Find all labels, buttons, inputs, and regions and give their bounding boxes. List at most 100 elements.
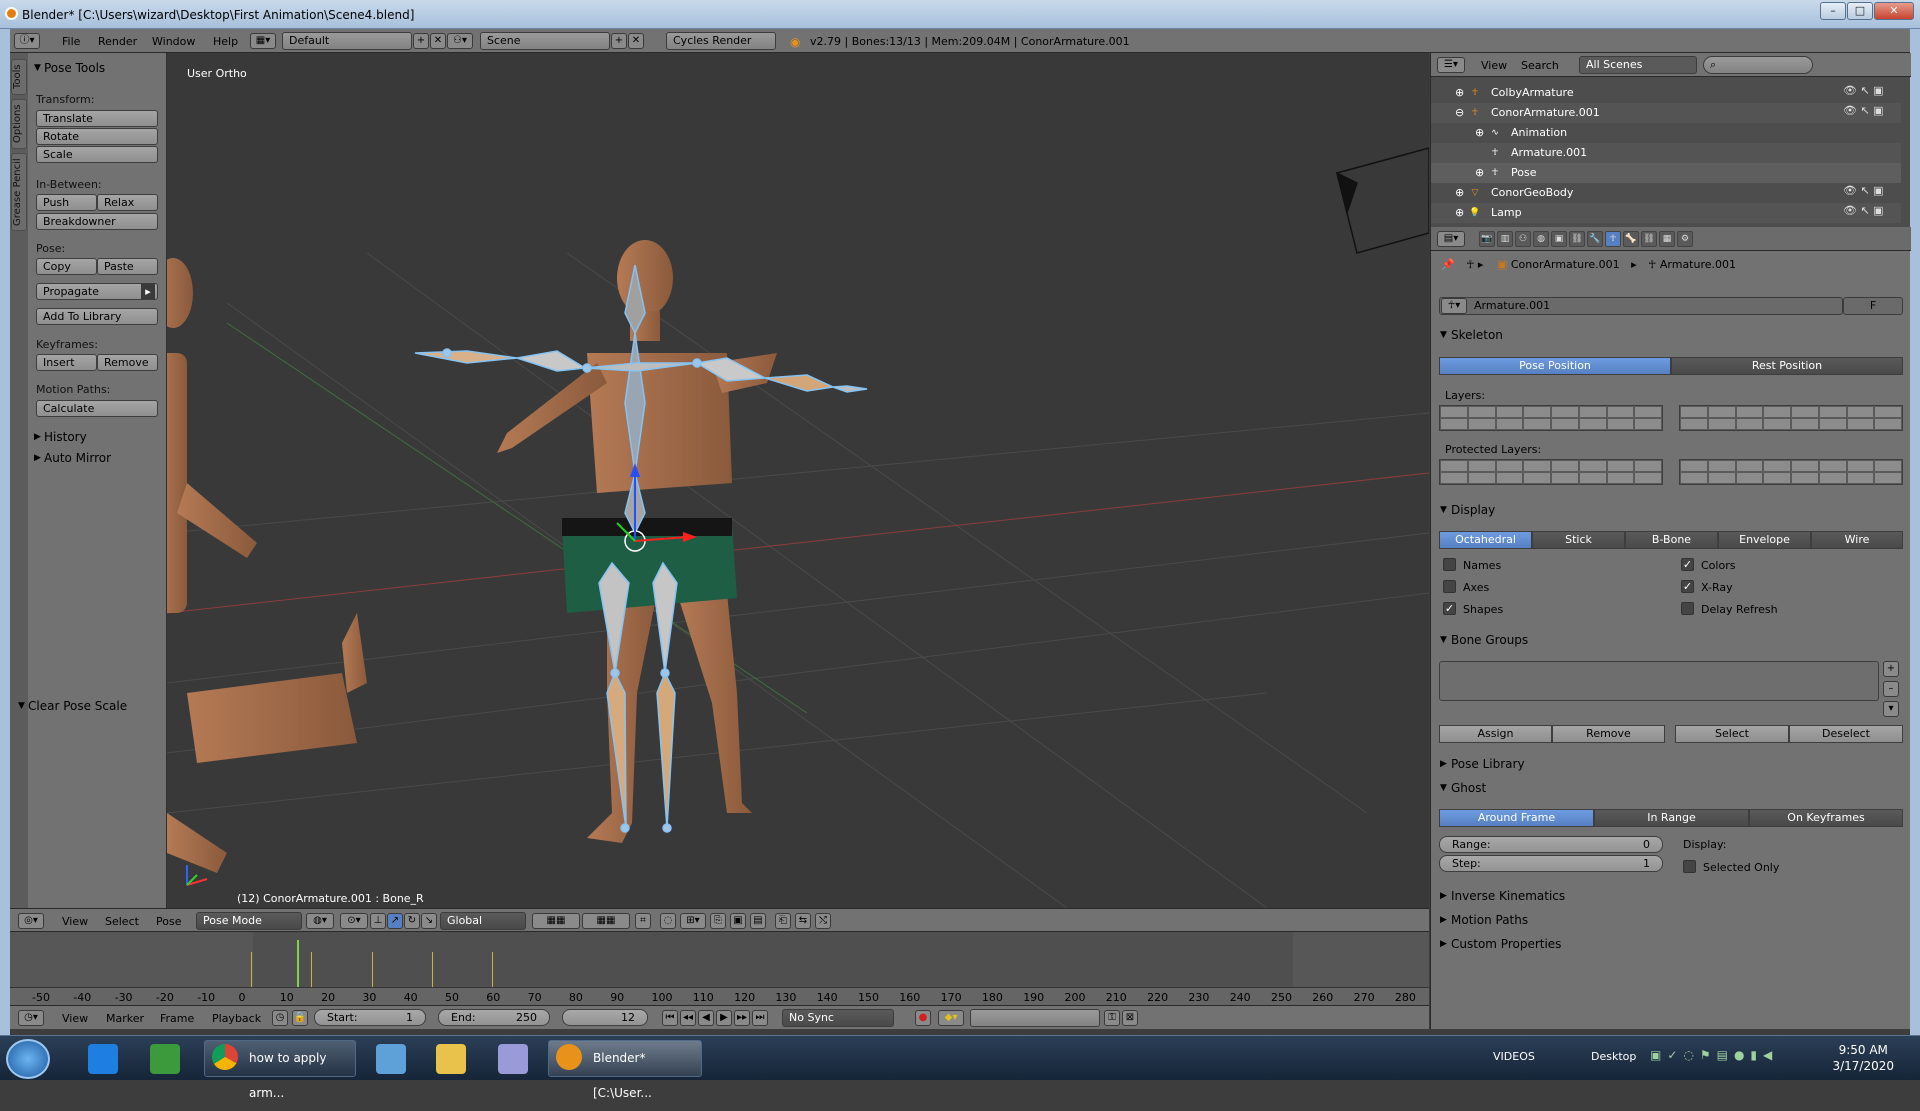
pose-tools-header[interactable]: ▼ Pose Tools: [30, 59, 165, 77]
play-icon[interactable]: ▶: [716, 1010, 732, 1026]
armature-datablock-icon[interactable]: ☥▾: [1441, 298, 1467, 314]
remove-scene-icon[interactable]: ✕: [628, 33, 644, 49]
collapse-icon[interactable]: ⊖: [1455, 103, 1464, 123]
system-tray-icons[interactable]: ▣✓◌⚑▤●▮◀: [1650, 1048, 1778, 1062]
display-panel-header[interactable]: ▼ Display: [1437, 500, 1905, 520]
display-stick[interactable]: Stick: [1532, 531, 1625, 549]
calculate-button[interactable]: Calculate: [36, 400, 158, 417]
snap-element-icon[interactable]: ⊞▾: [680, 913, 706, 929]
world-tab-icon[interactable]: ◍: [1533, 231, 1549, 247]
ghost-step-field[interactable]: Step: 1: [1439, 855, 1663, 872]
mode-selector[interactable]: Pose Mode: [196, 912, 302, 930]
paste-flipped-icon[interactable]: ⇆: [795, 913, 811, 929]
outliner-row[interactable]: ☥ Armature.001: [1431, 143, 1901, 163]
layers-grid-2-icon[interactable]: ▦▦: [582, 913, 630, 929]
minimize-button[interactable]: –: [1820, 2, 1846, 20]
timeline-menu-frame[interactable]: Frame: [160, 1012, 194, 1025]
scene-icon[interactable]: ⚇▾: [447, 33, 473, 49]
paint-icon[interactable]: [498, 1044, 528, 1074]
texture-tab-icon[interactable]: ▦: [1659, 231, 1675, 247]
transform-orientation-select[interactable]: Global: [440, 912, 526, 930]
outliner-row[interactable]: ⊕ ☥ Pose: [1431, 163, 1901, 183]
current-frame-indicator[interactable]: [297, 940, 299, 987]
ghost-range-field[interactable]: Range: 0: [1439, 836, 1663, 853]
menu-view[interactable]: View: [62, 915, 88, 928]
insert-keyframe-button[interactable]: Insert: [36, 354, 97, 371]
layout-icon[interactable]: ▦▾: [250, 33, 276, 49]
menu-pose[interactable]: Pose: [156, 915, 181, 928]
properties-editor-icon[interactable]: ▤▾: [1437, 231, 1465, 247]
menu-window[interactable]: Window: [152, 35, 195, 48]
ghost-in-range[interactable]: In Range: [1594, 809, 1749, 827]
copy-pose-icon[interactable]: ⎘: [710, 913, 726, 929]
delete-keyframe-icon[interactable]: ⊠: [1122, 1010, 1138, 1026]
layout-selector[interactable]: Default: [282, 32, 412, 50]
lock-range-icon[interactable]: 🔒: [292, 1010, 308, 1026]
propagate-menu-arrow-icon[interactable]: ▸: [141, 284, 155, 299]
menu-file[interactable]: File: [62, 35, 80, 48]
xray-checkbox[interactable]: ✓: [1681, 580, 1694, 593]
menu-help[interactable]: Help: [213, 35, 238, 48]
display-wire[interactable]: Wire: [1811, 531, 1903, 549]
internet-explorer-icon[interactable]: [88, 1044, 118, 1074]
pivot-point-icon[interactable]: ⊙▾: [340, 913, 368, 929]
jump-end-icon[interactable]: ⏭: [752, 1010, 768, 1026]
expand-icon[interactable]: ⊕: [1475, 123, 1484, 143]
outliner-menu-view[interactable]: View: [1481, 59, 1507, 72]
history-panel-header[interactable]: ▶ History: [30, 428, 165, 446]
display-bbone[interactable]: B-Bone: [1625, 531, 1718, 549]
layers-grid-icon[interactable]: ▦▦: [532, 913, 580, 929]
rotate-button[interactable]: Rotate: [36, 128, 158, 145]
ghost-panel-header[interactable]: ▼ Ghost: [1437, 778, 1905, 798]
timeline-menu-playback[interactable]: Playback: [212, 1012, 261, 1025]
tab-tools[interactable]: Tools: [11, 59, 27, 95]
custom-properties-panel-header[interactable]: ▶ Custom Properties: [1437, 934, 1905, 954]
next-keyframe-icon[interactable]: ▸▸: [734, 1010, 750, 1026]
keying-set-field[interactable]: [970, 1009, 1100, 1027]
motion-paths-panel-header[interactable]: ▶ Motion Paths: [1437, 910, 1905, 930]
bone-tab-icon[interactable]: 🦴: [1623, 231, 1639, 247]
preview-range-icon[interactable]: ◷: [272, 1010, 288, 1026]
fake-user-toggle[interactable]: F: [1843, 297, 1903, 315]
display-envelope[interactable]: Envelope: [1718, 531, 1811, 549]
outliner-display-filter[interactable]: All Scenes: [1579, 56, 1697, 74]
manipulator-toggle-icon[interactable]: ⊥: [370, 913, 386, 929]
prev-keyframe-icon[interactable]: ◂◂: [680, 1010, 696, 1026]
bone-groups-panel-header[interactable]: ▼ Bone Groups: [1437, 630, 1905, 650]
timeline-editor[interactable]: -50 -40 -30 -20 -10 0 10 20 30 40 50 60 70 80 90 100 110…: [10, 932, 1429, 1005]
rest-position-toggle[interactable]: Rest Position: [1671, 357, 1903, 375]
desktop-toolbar[interactable]: Desktop: [1591, 1050, 1636, 1063]
remove-keyframe-button[interactable]: Remove: [97, 354, 158, 371]
paste-pose-button[interactable]: Paste: [97, 258, 158, 275]
auto-ik-icon[interactable]: ⤭: [815, 913, 831, 929]
outliner-search-input[interactable]: ⌕: [1703, 56, 1813, 74]
expand-icon[interactable]: ⊕: [1455, 83, 1464, 103]
ghost-around-frame[interactable]: Around Frame: [1439, 809, 1594, 827]
app-icon[interactable]: [376, 1044, 406, 1074]
menu-select[interactable]: Select: [105, 915, 139, 928]
breakdowner-button[interactable]: Breakdowner: [36, 213, 158, 230]
bone-constraints-tab-icon[interactable]: ⛓: [1641, 231, 1657, 247]
paste-pose-icon[interactable]: ⎗: [775, 913, 791, 929]
menu-render[interactable]: Render: [98, 35, 137, 48]
layers-grid-right[interactable]: [1679, 405, 1903, 431]
ghost-on-keyframes[interactable]: On Keyframes: [1749, 809, 1903, 827]
outliner-restrict-columns[interactable]: 👁 ↖ ▣ 👁 ↖ ▣ 👁 ↖ ▣ 👁 ↖ ▣: [1843, 81, 1903, 221]
scene-tab-icon[interactable]: ⚇: [1515, 231, 1531, 247]
bone-group-menu-icon[interactable]: ▾: [1883, 701, 1899, 717]
start-button[interactable]: [6, 1039, 50, 1079]
scale-manipulator-icon[interactable]: ↘: [421, 913, 437, 929]
translate-manipulator-icon[interactable]: ↗: [387, 913, 403, 929]
skeleton-panel-header[interactable]: ▼ Skeleton: [1437, 325, 1905, 345]
constraints-tab-icon[interactable]: ⛓: [1569, 231, 1585, 247]
protected-layers-grid-left[interactable]: [1439, 459, 1663, 485]
file-explorer-icon[interactable]: [436, 1044, 466, 1074]
delay-refresh-checkbox[interactable]: [1681, 602, 1694, 615]
inverse-kinematics-panel-header[interactable]: ▶ Inverse Kinematics: [1437, 886, 1905, 906]
clear-pose-scale-header[interactable]: ▼ Clear Pose Scale: [14, 697, 162, 715]
scale-button[interactable]: Scale: [36, 146, 158, 163]
armature-data-tab-icon[interactable]: ☥: [1605, 231, 1621, 247]
outliner-row[interactable]: ⊕ ∿ Animation: [1431, 123, 1901, 143]
rotate-manipulator-icon[interactable]: ↻: [404, 913, 420, 929]
play-reverse-icon[interactable]: ◀: [698, 1010, 714, 1026]
